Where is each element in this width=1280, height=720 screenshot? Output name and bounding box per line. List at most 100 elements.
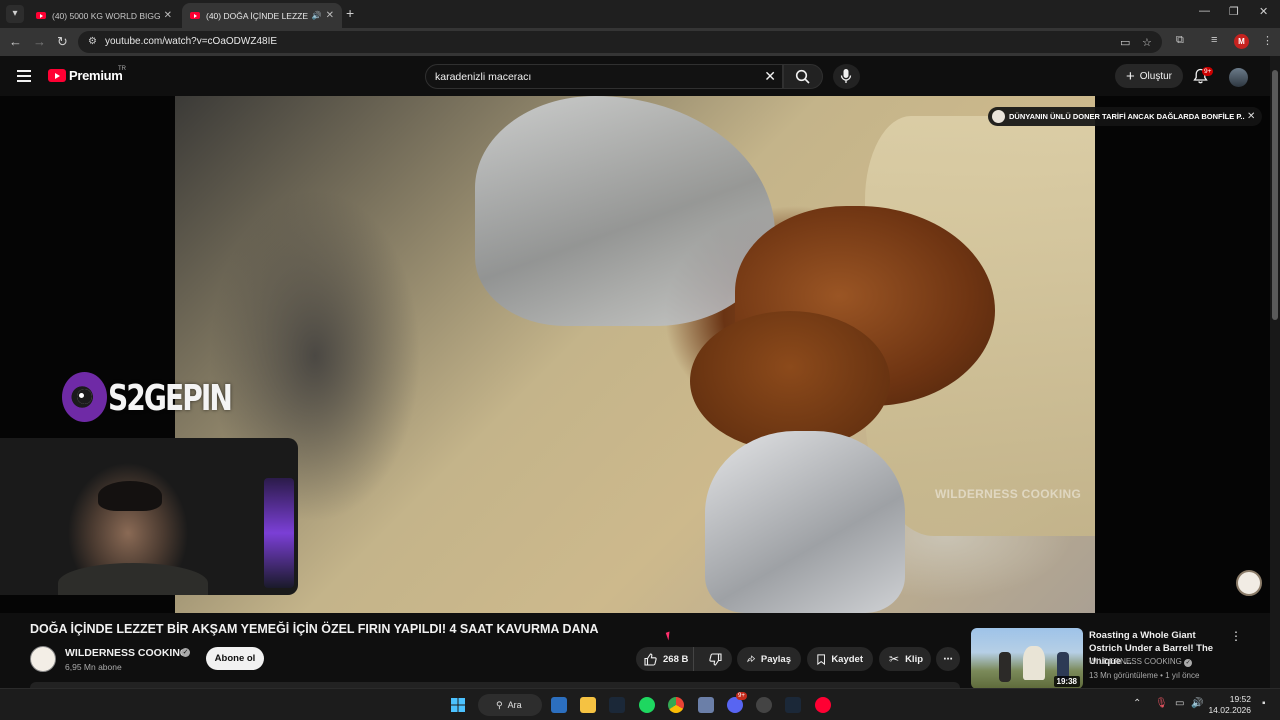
webcam-streamer	[98, 481, 162, 511]
bookmark-icon	[817, 653, 825, 665]
verified-badge-icon: ✓	[1184, 659, 1193, 667]
youtube-favicon-icon	[36, 12, 46, 19]
like-count: 268 B	[663, 653, 689, 665]
cast-icon[interactable]: ▭	[1120, 36, 1130, 49]
search-icon	[795, 69, 810, 84]
more-vertical-icon[interactable]: ⋮	[1230, 629, 1242, 643]
channel-icon	[992, 110, 1005, 123]
video-frame[interactable]: WILDERNESS COOKING	[175, 96, 1095, 613]
profile-avatar[interactable]: M	[1234, 34, 1249, 49]
volume-icon[interactable]: 🔊	[1191, 698, 1203, 709]
s2gepin-logo-icon	[62, 372, 107, 422]
plus-icon: +	[1126, 67, 1135, 85]
tab-title: (40) 5000 KG WORLD BIGGEST ...	[52, 10, 160, 21]
thumbs-down-icon	[709, 652, 722, 666]
video-player[interactable]: WILDERNESS COOKING S2GEPIN DÜNYANIN ÜNLÜ…	[0, 96, 1270, 613]
close-tab-icon[interactable]: ✕	[326, 10, 334, 21]
task-view-icon[interactable]	[551, 697, 567, 713]
channel-watermark-icon[interactable]	[1236, 570, 1262, 596]
restore-window-icon[interactable]: ❐	[1229, 5, 1239, 18]
address-bar[interactable]: ⚙ youtube.com/watch?v=cOaODWZ48IE ▭ ☆	[78, 31, 1162, 53]
channel-name[interactable]: WILDERNESS COOKING	[65, 647, 188, 659]
tab-title: (40) DOĞA İÇİNDE LEZZET BİR...	[206, 10, 308, 21]
subscriber-count: 6,95 Mn abone	[65, 662, 122, 672]
more-horizontal-icon: ⋯	[943, 653, 953, 665]
voice-search-button[interactable]	[833, 64, 860, 89]
youtube-premium-logo[interactable]: Premium	[69, 68, 123, 83]
reload-icon[interactable]: ↻	[57, 34, 68, 50]
file-explorer-icon[interactable]	[580, 697, 596, 713]
taskbar-search-label: Ara	[507, 700, 522, 710]
notification-center-icon[interactable]: ▪	[1262, 698, 1266, 709]
guide-menu-icon[interactable]	[17, 70, 31, 82]
endscreen-video-card[interactable]: DÜNYANIN ÜNLÜ DONER TARİFİ ANCAK DAĞLARD…	[988, 107, 1262, 126]
create-button[interactable]: + Oluştur	[1115, 64, 1183, 88]
app-icon[interactable]	[756, 697, 772, 713]
clear-search-icon[interactable]: ✕	[764, 68, 776, 85]
verified-badge-icon: ✓	[181, 648, 190, 657]
endcard-title[interactable]: DÜNYANIN ÜNLÜ DONER TARİFİ ANCAK DAĞLARD…	[1009, 112, 1245, 121]
taskbar-search[interactable]: ⚲ Ara	[478, 694, 542, 716]
browser-menu-icon[interactable]: ⋮	[1262, 34, 1273, 47]
windows-start-icon[interactable]	[450, 697, 466, 713]
microphone-icon	[840, 69, 852, 83]
reading-list-icon[interactable]: ≡	[1211, 34, 1217, 46]
youtube-favicon-icon	[190, 12, 200, 19]
youtube-logo-icon[interactable]	[48, 69, 66, 82]
more-actions-button[interactable]: ⋯	[936, 647, 960, 671]
video-scene-roast-meat	[690, 311, 890, 451]
network-icon[interactable]: ▭	[1175, 698, 1184, 709]
channel-avatar[interactable]	[30, 646, 56, 672]
browser-tab-2-active[interactable]: (40) DOĞA İÇİNDE LEZZET BİR... 🔊 ✕	[182, 3, 342, 28]
clock-time: 19:52	[1229, 694, 1251, 704]
save-button[interactable]: Kaydet	[807, 647, 873, 671]
streamer-webcam	[0, 438, 298, 595]
spotify-icon[interactable]	[639, 697, 655, 713]
steam-icon[interactable]	[609, 697, 625, 713]
account-avatar[interactable]	[1229, 68, 1248, 87]
chrome-icon[interactable]	[668, 697, 684, 713]
close-icon[interactable]: ✕	[1247, 111, 1255, 122]
minimize-window-icon[interactable]: —	[1199, 5, 1210, 17]
browser-tab-strip: ▾ (40) 5000 KG WORLD BIGGEST ... ✕ (40) …	[0, 0, 1280, 28]
close-tab-icon[interactable]: ✕	[164, 10, 172, 21]
scrollbar-thumb[interactable]	[1272, 70, 1278, 320]
like-button[interactable]: 268 B	[636, 647, 694, 671]
clock-date: 14.02.2026	[1208, 705, 1251, 715]
clip-button[interactable]: ✂ Klip	[879, 647, 931, 671]
app-icon[interactable]	[698, 697, 714, 713]
browser-toolbar: ← → ↻ ⚙ youtube.com/watch?v=cOaODWZ48IE …	[0, 28, 1280, 56]
youtube-masthead: Premium TR karadenizli maceracı ✕ + Oluş…	[0, 56, 1270, 96]
extensions-icon[interactable]: ⧉	[1176, 34, 1184, 47]
url-text[interactable]: youtube.com/watch?v=cOaODWZ48IE	[105, 36, 277, 47]
search-input[interactable]: karadenizli maceracı ✕	[425, 64, 783, 89]
audio-playing-icon[interactable]: 🔊	[312, 11, 322, 20]
back-icon[interactable]: ←	[9, 34, 22, 49]
dislike-button[interactable]	[700, 652, 732, 666]
page-scrollbar[interactable]	[1270, 56, 1280, 688]
new-tab-button[interactable]: +	[346, 5, 354, 21]
share-button[interactable]: Paylaş	[737, 647, 801, 671]
video-duration: 19:38	[1053, 676, 1080, 687]
notification-count-badge: 9+	[1202, 67, 1214, 76]
search-query[interactable]: karadenizli maceracı	[435, 71, 531, 83]
recommended-video-channel[interactable]: WILDERNESS COOKING ✓	[1089, 657, 1193, 667]
subscribe-button[interactable]: Abone ol	[206, 647, 264, 670]
recommended-video-thumbnail[interactable]: 19:38	[971, 628, 1083, 689]
channel-name-text: WILDERNESS COOKING	[1089, 657, 1182, 666]
bookmark-star-icon[interactable]: ☆	[1142, 36, 1152, 49]
search-button[interactable]	[783, 64, 823, 89]
create-label: Oluştur	[1139, 70, 1172, 82]
youtube-app-icon[interactable]	[815, 697, 831, 713]
steam-icon[interactable]	[785, 697, 801, 713]
microphone-icon[interactable]: 🎙	[1155, 698, 1168, 709]
taskbar-clock[interactable]: 19:52 14.02.2026	[1205, 694, 1251, 716]
thumbnail-person	[999, 652, 1011, 682]
site-info-icon[interactable]: ⚙	[88, 36, 97, 47]
tab-search-dropdown-icon[interactable]: ▾	[6, 5, 24, 23]
overlay-brand-text: S2GEPIN	[108, 378, 233, 419]
close-window-icon[interactable]: ✕	[1259, 5, 1268, 18]
show-hidden-icons-icon[interactable]: ⌃	[1133, 698, 1141, 709]
browser-tab-1[interactable]: (40) 5000 KG WORLD BIGGEST ... ✕	[28, 3, 180, 28]
forward-icon[interactable]: →	[33, 34, 46, 49]
